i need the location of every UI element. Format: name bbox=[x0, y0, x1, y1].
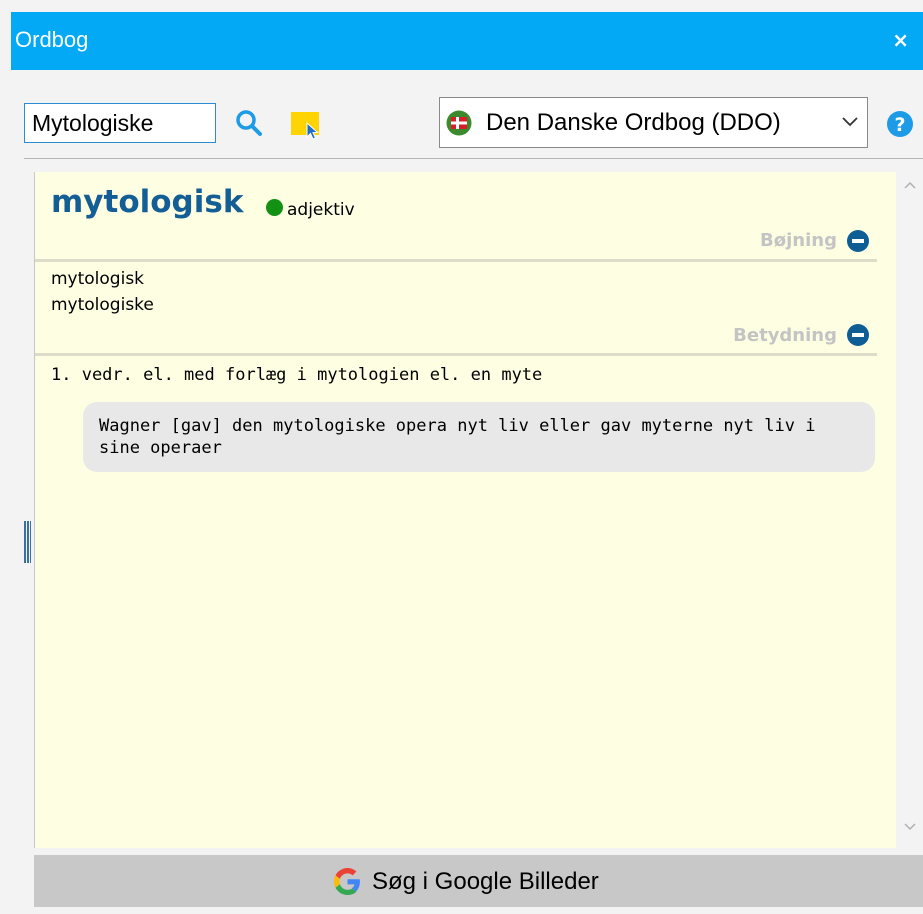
toolbar-separator bbox=[24, 158, 923, 159]
scroll-down-icon[interactable] bbox=[904, 822, 916, 832]
divider bbox=[35, 353, 877, 356]
divider bbox=[35, 259, 877, 262]
pane-splitter-handle[interactable] bbox=[24, 521, 32, 563]
meaning-header: Betydning bbox=[733, 325, 837, 346]
cursor-highlight-icon[interactable] bbox=[291, 110, 323, 140]
title-bar: Ordbog × bbox=[11, 12, 923, 70]
sense-definition: 1. vedr. el. med forlæg i mytologien el.… bbox=[51, 365, 543, 385]
scroll-up-icon[interactable] bbox=[904, 180, 916, 190]
inflection-header: Bøjning bbox=[760, 230, 837, 251]
toolbar: Den Danske Ordbog (DDO) ? bbox=[0, 70, 923, 160]
minus-circle-icon[interactable] bbox=[847, 324, 869, 346]
help-icon[interactable]: ? bbox=[886, 110, 914, 138]
chevron-down-icon bbox=[842, 117, 858, 127]
svg-text:?: ? bbox=[894, 114, 905, 136]
dictionary-select[interactable]: Den Danske Ordbog (DDO) bbox=[439, 97, 868, 148]
minus-circle-icon[interactable] bbox=[847, 230, 869, 252]
google-logo-icon bbox=[334, 868, 360, 895]
close-button[interactable]: × bbox=[892, 28, 909, 52]
danish-flag-icon bbox=[446, 110, 472, 136]
inflection-form: mytologisk bbox=[51, 269, 145, 289]
dictionary-entry-panel: mytologisk adjektiv Bøjning mytologisk m… bbox=[34, 172, 897, 848]
example-quote: Wagner [gav] den mytologiske opera nyt l… bbox=[83, 402, 875, 472]
word-class-dot-icon bbox=[266, 199, 283, 216]
inflection-form: mytologiske bbox=[51, 295, 154, 315]
dictionary-label: Den Danske Ordbog (DDO) bbox=[486, 109, 781, 136]
window-title: Ordbog bbox=[15, 27, 89, 52]
part-of-speech: adjektiv bbox=[287, 200, 355, 220]
search-input[interactable] bbox=[24, 103, 216, 143]
search-icon[interactable] bbox=[234, 108, 264, 138]
headword: mytologisk bbox=[51, 184, 244, 220]
google-images-search-button[interactable]: Søg i Google Billeder bbox=[34, 855, 923, 907]
vertical-scrollbar[interactable] bbox=[896, 172, 923, 848]
google-images-search-label: Søg i Google Billeder bbox=[372, 868, 599, 895]
